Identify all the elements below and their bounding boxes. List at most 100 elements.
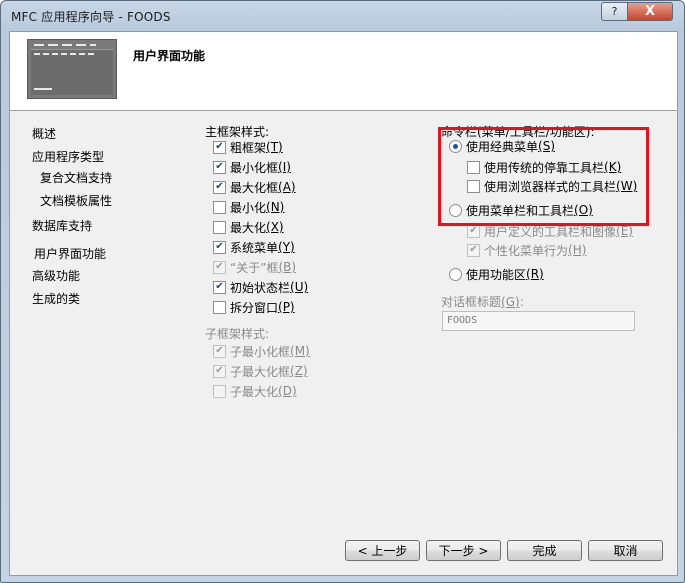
radio-circle[interactable] bbox=[449, 139, 462, 153]
menubar-toolbar-radio[interactable]: 使用菜单栏和工具栏 (O) bbox=[449, 202, 593, 218]
label-colon: : bbox=[519, 295, 524, 309]
option-label: 粗框架 bbox=[230, 140, 267, 155]
checkbox-box[interactable] bbox=[213, 280, 226, 294]
access-key: (Y) bbox=[278, 240, 295, 254]
access-key: (O) bbox=[574, 203, 593, 217]
checkbox-box[interactable] bbox=[213, 140, 226, 154]
child-maximized-checkbox: 子最大化 (D) bbox=[213, 383, 297, 399]
option-label: 初始状态栏 bbox=[230, 280, 291, 295]
access-key: (N) bbox=[266, 200, 285, 214]
checkbox-box bbox=[467, 224, 480, 238]
checkbox-box[interactable] bbox=[213, 220, 226, 234]
access-key: (E) bbox=[616, 224, 633, 238]
personalized-menu-checkbox: 个性化菜单行为(H) bbox=[467, 242, 586, 258]
nav-item-compound-document[interactable]: 复合文档支持 bbox=[40, 169, 112, 186]
access-key: (T) bbox=[266, 140, 283, 154]
cancel-button[interactable]: 取消 bbox=[588, 540, 663, 561]
option-label: 使用传统的停靠工具栏 bbox=[484, 160, 605, 175]
dialog-title-label: 对话框标题(G): bbox=[441, 293, 524, 310]
child-maximize-box-checkbox: 子最大化框(Z) bbox=[213, 363, 308, 379]
nav-item-generated-classes[interactable]: 生成的类 bbox=[32, 290, 80, 307]
checkbox-box bbox=[467, 243, 480, 257]
option-label: 系统菜单 bbox=[230, 240, 279, 255]
ribbon-radio[interactable]: 使用功能区 (R) bbox=[449, 266, 544, 282]
window-title: MFC 应用程序向导 - FOODS bbox=[11, 10, 171, 24]
about-box-checkbox: “关于”框(B) bbox=[213, 259, 296, 275]
checkbox-box bbox=[213, 384, 226, 398]
checkbox-box[interactable] bbox=[213, 300, 226, 314]
checkbox-box bbox=[213, 260, 226, 274]
nav-item-database-support[interactable]: 数据库支持 bbox=[32, 217, 92, 234]
nav-item-overview[interactable]: 概述 bbox=[32, 125, 56, 142]
access-key: (M) bbox=[290, 344, 310, 358]
wizard-window: MFC 应用程序向导 - FOODS ? X 用户界面功能 概述 应用程序类型 … bbox=[0, 0, 685, 583]
option-label: 子最小化框 bbox=[230, 344, 291, 359]
access-key: (X) bbox=[266, 220, 284, 234]
nav-item-advanced-features[interactable]: 高级功能 bbox=[32, 267, 80, 284]
option-label: 子最大化框 bbox=[230, 364, 291, 379]
option-label: 子最大化 bbox=[230, 384, 279, 399]
user-defined-toolbar-checkbox: 用户定义的工具栏和图像(E) bbox=[467, 223, 633, 239]
dialog-title-label-text: 对话框标题 bbox=[441, 295, 502, 309]
checkbox-box[interactable] bbox=[213, 180, 226, 194]
title-bar[interactable]: MFC 应用程序向导 - FOODS ? X bbox=[1, 1, 684, 33]
nav-item-document-template[interactable]: 文档模板属性 bbox=[40, 192, 112, 209]
nav-item-application-type[interactable]: 应用程序类型 bbox=[32, 148, 104, 165]
page-title: 用户界面功能 bbox=[133, 49, 206, 63]
checkbox-box bbox=[213, 344, 226, 358]
access-key: (D) bbox=[278, 384, 297, 398]
system-menu-checkbox[interactable]: 系统菜单(Y) bbox=[213, 239, 295, 255]
main-frame-styles-label: 主框架样式: bbox=[205, 125, 270, 139]
option-label: 用户定义的工具栏和图像 bbox=[484, 224, 617, 239]
access-key: (P) bbox=[278, 300, 295, 314]
option-label: 使用菜单栏和工具栏 bbox=[466, 203, 575, 218]
option-label: 拆分窗口 bbox=[230, 300, 279, 315]
option-label: 最大化 bbox=[230, 220, 267, 235]
access-key: (A) bbox=[278, 180, 296, 194]
access-key: (H) bbox=[568, 243, 587, 257]
checkbox-box[interactable] bbox=[213, 200, 226, 214]
checkbox-box[interactable] bbox=[213, 240, 226, 254]
access-key: (I) bbox=[278, 160, 291, 174]
maximized-checkbox[interactable]: 最大化 (X) bbox=[213, 219, 284, 235]
help-button[interactable]: ? bbox=[601, 2, 628, 21]
radio-circle[interactable] bbox=[449, 267, 462, 281]
checkbox-box[interactable] bbox=[213, 160, 226, 174]
maximize-box-checkbox[interactable]: 最大化框(A) bbox=[213, 179, 296, 195]
prev-button[interactable]: < 上一步 bbox=[345, 540, 420, 561]
dialog-title-input[interactable]: FOODS bbox=[442, 311, 635, 331]
checkbox-box[interactable] bbox=[467, 160, 480, 174]
initial-status-bar-checkbox[interactable]: 初始状态栏(U) bbox=[213, 279, 308, 295]
close-button[interactable]: X bbox=[627, 2, 673, 21]
docking-toolbar-checkbox[interactable]: 使用传统的停靠工具栏 (K) bbox=[467, 159, 621, 175]
dialog-client-area: 用户界面功能 概述 应用程序类型 复合文档支持 文档模板属性 数据库支持 用户界… bbox=[9, 31, 678, 576]
access-key: (K) bbox=[604, 160, 622, 174]
access-key: (B) bbox=[278, 260, 297, 274]
checkbox-box[interactable] bbox=[467, 179, 480, 193]
access-key: (S) bbox=[538, 139, 555, 153]
browser-toolbar-checkbox[interactable]: 使用浏览器样式的工具栏 (W) bbox=[467, 178, 637, 194]
minimized-checkbox[interactable]: 最小化 (N) bbox=[213, 199, 284, 215]
access-key: (W) bbox=[616, 179, 638, 193]
child-minimize-box-checkbox: 子最小化框(M) bbox=[213, 343, 310, 359]
classic-menu-radio[interactable]: 使用经典菜单 (S) bbox=[449, 138, 555, 154]
access-key: (Z) bbox=[290, 364, 308, 378]
next-button[interactable]: 下一步 > bbox=[426, 540, 501, 561]
option-label: 使用功能区 bbox=[466, 267, 527, 282]
access-key: (U) bbox=[290, 280, 309, 294]
nav-item-user-interface[interactable]: 用户界面功能 bbox=[34, 245, 106, 262]
split-window-checkbox[interactable]: 拆分窗口 (P) bbox=[213, 299, 295, 315]
access-key: (G) bbox=[501, 295, 520, 309]
option-label: 使用经典菜单 bbox=[466, 139, 539, 154]
wizard-header: 用户界面功能 bbox=[10, 32, 677, 111]
thick-frame-checkbox[interactable]: 粗框架(T) bbox=[213, 139, 283, 155]
option-label: “关于”框 bbox=[230, 260, 279, 275]
option-label: 最小化框 bbox=[230, 160, 279, 175]
option-label: 使用浏览器样式的工具栏 bbox=[484, 179, 617, 194]
radio-circle[interactable] bbox=[449, 203, 462, 217]
child-frame-styles-label: 子框架样式: bbox=[205, 327, 270, 341]
minimize-box-checkbox[interactable]: 最小化框(I) bbox=[213, 159, 291, 175]
option-label: 最小化 bbox=[230, 200, 267, 215]
finish-button[interactable]: 完成 bbox=[507, 540, 582, 561]
checkbox-box bbox=[213, 364, 226, 378]
